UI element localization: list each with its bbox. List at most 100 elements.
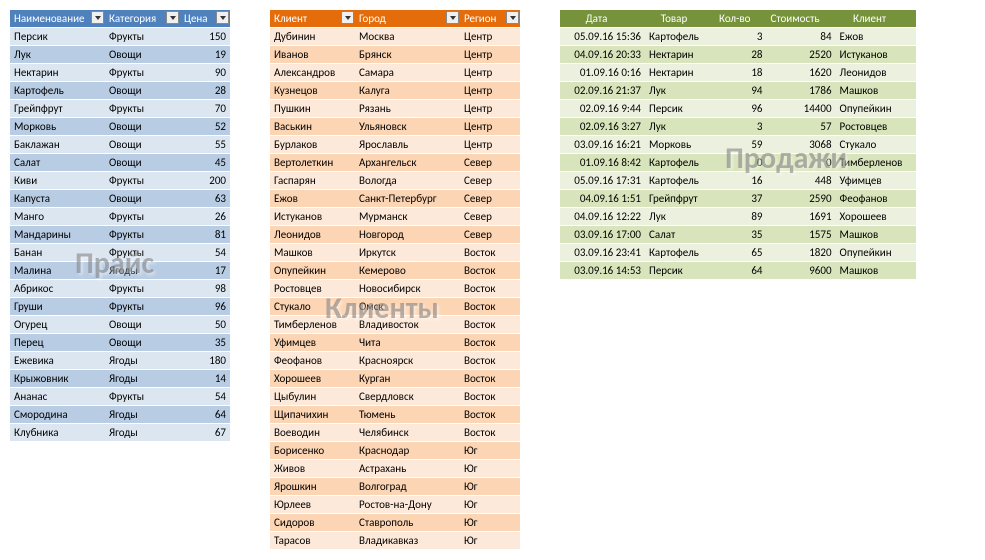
cell[interactable]: Кемерово: [355, 262, 460, 280]
table-row[interactable]: УфимцевЧитаВосток: [270, 334, 520, 352]
cell[interactable]: Опупейкин: [836, 100, 916, 118]
cell[interactable]: 54: [180, 388, 230, 406]
cell[interactable]: 19: [180, 46, 230, 64]
cell[interactable]: Феофанов: [270, 352, 355, 370]
cell[interactable]: Персик: [10, 28, 105, 46]
cell[interactable]: Новосибирск: [355, 280, 460, 298]
cell[interactable]: Фрукты: [105, 298, 180, 316]
col-header[interactable]: Товар: [645, 10, 715, 28]
cell[interactable]: 96: [180, 298, 230, 316]
table-row[interactable]: БорисенкоКраснодарЮг: [270, 442, 520, 460]
cell[interactable]: 05.09.16 15:36: [560, 28, 645, 46]
cell[interactable]: 16: [715, 172, 766, 190]
table-row[interactable]: АлександровСамараЦентр: [270, 64, 520, 82]
cell[interactable]: Грейпфрут: [645, 190, 715, 208]
cell[interactable]: 64: [180, 406, 230, 424]
cell[interactable]: Цыбулин: [270, 388, 355, 406]
table-row[interactable]: ЛукОвощи19: [10, 46, 230, 64]
cell[interactable]: Салат: [10, 154, 105, 172]
table-row[interactable]: КартофельОвощи28: [10, 82, 230, 100]
cell[interactable]: Лук: [645, 208, 715, 226]
table-row[interactable]: ХорошеевКурганВосток: [270, 370, 520, 388]
cell[interactable]: Огурец: [10, 316, 105, 334]
table-row[interactable]: ВоеводинЧелябинскВосток: [270, 424, 520, 442]
table-row[interactable]: ИвановБрянскЦентр: [270, 46, 520, 64]
cell[interactable]: Восток: [460, 244, 520, 262]
cell[interactable]: Фрукты: [105, 64, 180, 82]
chevron-down-icon[interactable]: [166, 11, 179, 24]
table-row[interactable]: ДубининМоскваЦентр: [270, 28, 520, 46]
table-row[interactable]: БурлаковЯрославльЦентр: [270, 136, 520, 154]
cell[interactable]: Ростовцев: [270, 280, 355, 298]
cell[interactable]: Овощи: [105, 82, 180, 100]
cell[interactable]: Лук: [10, 46, 105, 64]
table-row[interactable]: МашковИркутскВосток: [270, 244, 520, 262]
col-header[interactable]: Клиент: [836, 10, 916, 28]
cell[interactable]: Стукало: [836, 136, 916, 154]
table-row[interactable]: ЕжовСанкт-ПетербургСевер: [270, 190, 520, 208]
table-row[interactable]: МандариныФрукты81: [10, 226, 230, 244]
table-row[interactable]: ЦыбулинСвердловскВосток: [270, 388, 520, 406]
cell[interactable]: Архангельск: [355, 154, 460, 172]
cell[interactable]: 02.09.16 3:27: [560, 118, 645, 136]
cell[interactable]: Москва: [355, 28, 460, 46]
cell[interactable]: 54: [180, 244, 230, 262]
table-row[interactable]: ИстукановМурманскСевер: [270, 208, 520, 226]
col-header[interactable]: Кол-во: [715, 10, 766, 28]
cell[interactable]: Фрукты: [105, 388, 180, 406]
cell[interactable]: 1786: [766, 82, 835, 100]
chevron-down-icon[interactable]: [341, 11, 354, 24]
table-row[interactable]: ПерсикФрукты150: [10, 28, 230, 46]
cell[interactable]: Банан: [10, 244, 105, 262]
cell[interactable]: Картофель: [645, 154, 715, 172]
cell[interactable]: Юрлеев: [270, 496, 355, 514]
cell[interactable]: 70: [180, 100, 230, 118]
table-row[interactable]: СтукалоОмскВосток: [270, 298, 520, 316]
cell[interactable]: Владикавказ: [355, 532, 460, 550]
cell[interactable]: Свердловск: [355, 388, 460, 406]
table-row[interactable]: АбрикосФрукты98: [10, 280, 230, 298]
cell[interactable]: 26: [180, 208, 230, 226]
table-row[interactable]: МалинаЯгоды17: [10, 262, 230, 280]
cell[interactable]: Леонидов: [836, 64, 916, 82]
cell[interactable]: Восток: [460, 262, 520, 280]
cell[interactable]: Крыжовник: [10, 370, 105, 388]
cell[interactable]: Фрукты: [105, 28, 180, 46]
cell[interactable]: Картофель: [10, 82, 105, 100]
cell[interactable]: 2520: [766, 46, 835, 64]
cell[interactable]: Абрикос: [10, 280, 105, 298]
cell[interactable]: 2590: [766, 190, 835, 208]
cell[interactable]: 28: [180, 82, 230, 100]
cell[interactable]: Иркутск: [355, 244, 460, 262]
cell[interactable]: Тимберленов: [836, 154, 916, 172]
cell[interactable]: Север: [460, 154, 520, 172]
cell[interactable]: 50: [180, 316, 230, 334]
table-row[interactable]: ТарасовВладикавказЮг: [270, 532, 520, 550]
cell[interactable]: Баклажан: [10, 136, 105, 154]
table-row[interactable]: ЩипачихинТюменьВосток: [270, 406, 520, 424]
cell[interactable]: Ярошкин: [270, 478, 355, 496]
cell[interactable]: Тюмень: [355, 406, 460, 424]
cell[interactable]: 59: [715, 136, 766, 154]
cell[interactable]: Картофель: [645, 28, 715, 46]
cell[interactable]: 89: [715, 208, 766, 226]
cell[interactable]: 04.09.16 1:51: [560, 190, 645, 208]
table-row[interactable]: ПушкинРязаньЦентр: [270, 100, 520, 118]
col-header[interactable]: Дата: [560, 10, 645, 28]
cell[interactable]: 3068: [766, 136, 835, 154]
cell[interactable]: Смородина: [10, 406, 105, 424]
cell[interactable]: 35: [715, 226, 766, 244]
cell[interactable]: Восток: [460, 388, 520, 406]
cell[interactable]: 18: [715, 64, 766, 82]
cell[interactable]: Челябинск: [355, 424, 460, 442]
cell[interactable]: 04.09.16 12:22: [560, 208, 645, 226]
cell[interactable]: Воеводин: [270, 424, 355, 442]
cell[interactable]: Перец: [10, 334, 105, 352]
cell[interactable]: 81: [180, 226, 230, 244]
table-row[interactable]: 05.09.16 15:36Картофель384Ежов: [560, 28, 916, 46]
col-header[interactable]: Цена: [180, 10, 230, 28]
cell[interactable]: Овощи: [105, 136, 180, 154]
cell[interactable]: 55: [180, 136, 230, 154]
cell[interactable]: 3: [715, 28, 766, 46]
cell[interactable]: Киви: [10, 172, 105, 190]
